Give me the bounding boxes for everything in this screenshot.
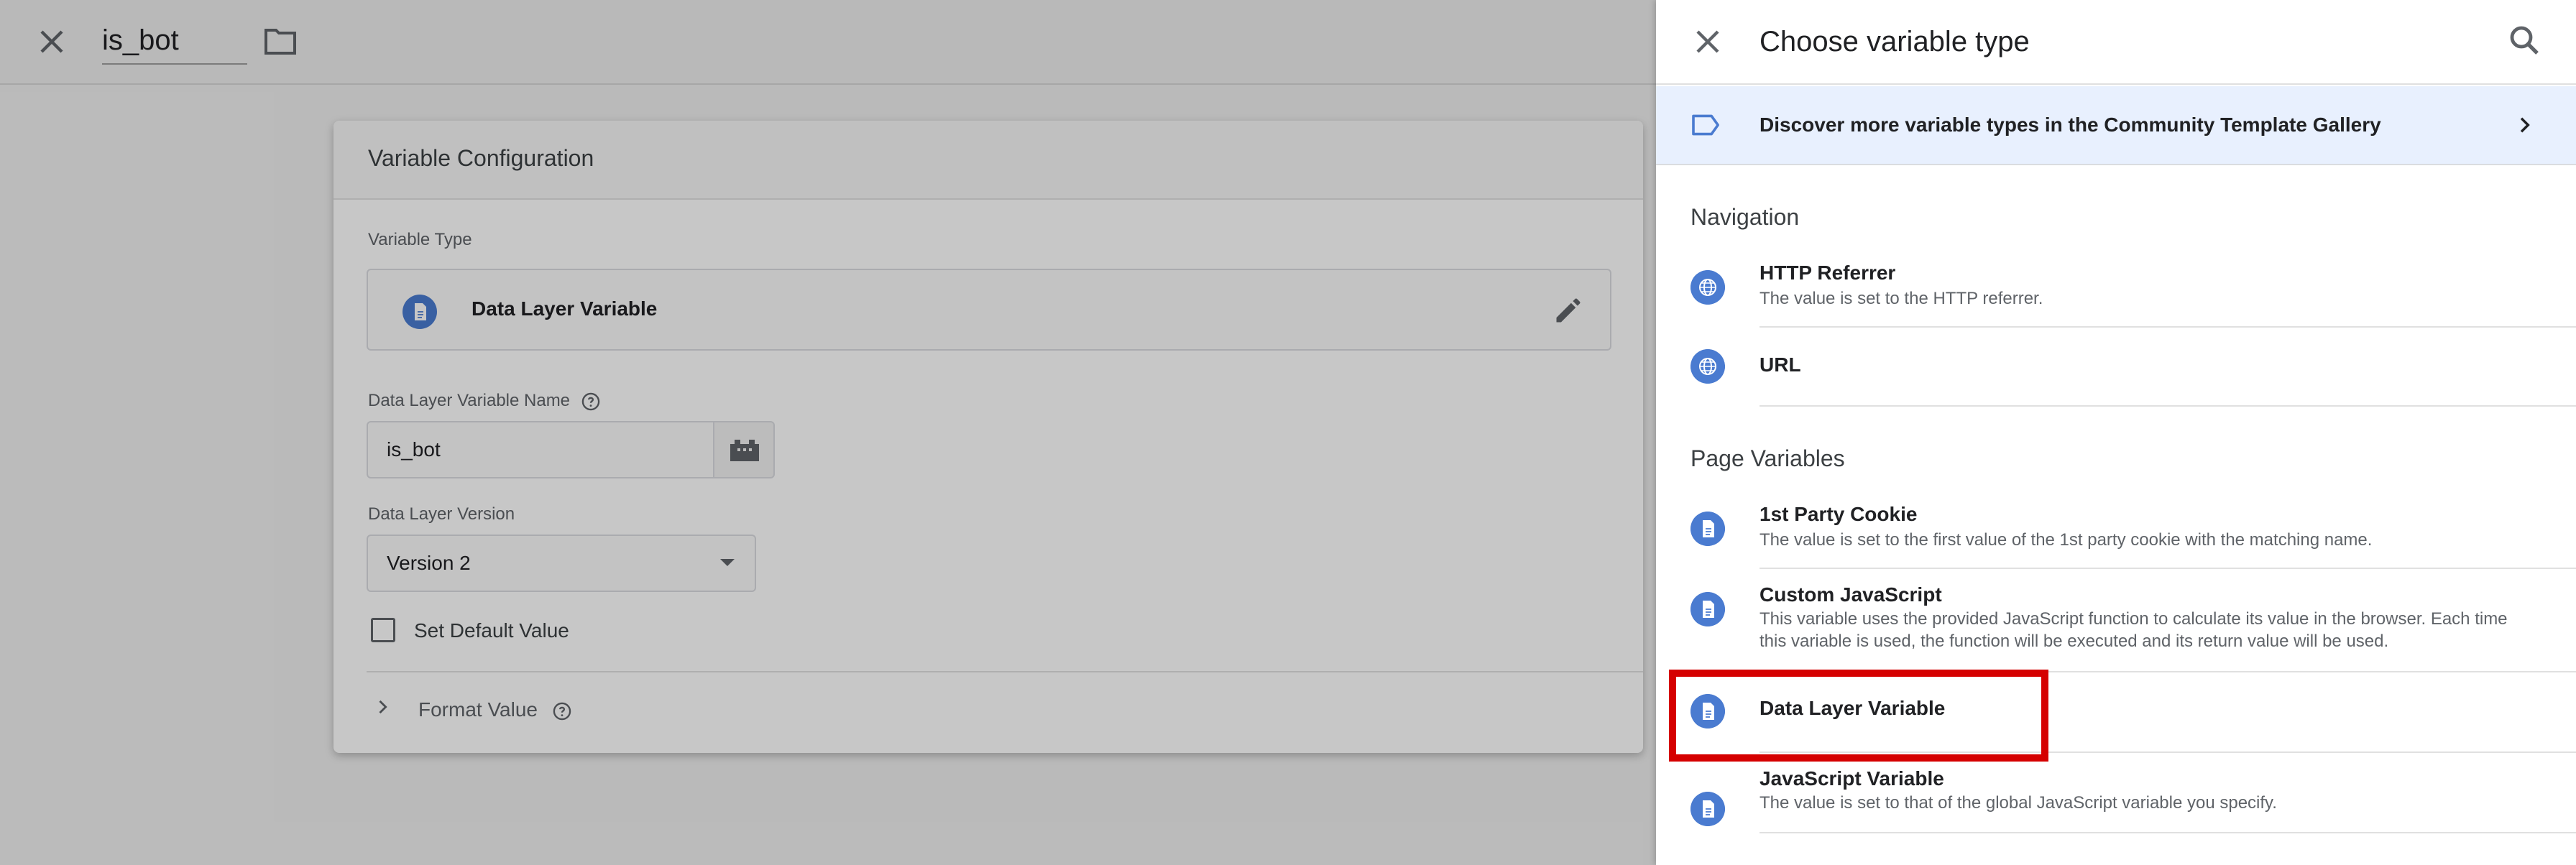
variable-type-item-custom-javascript[interactable]: Custom JavaScript This variable uses the… xyxy=(1656,578,2576,672)
panel-title: Choose variable type xyxy=(1760,26,2030,57)
divider xyxy=(1760,832,2576,833)
document-icon xyxy=(1690,512,1725,546)
variable-type-item-http-referrer[interactable]: HTTP Referrer The value is set to the HT… xyxy=(1656,256,2576,328)
variable-type-item-1st-party-cookie[interactable]: 1st Party Cookie The value is set to the… xyxy=(1656,497,2576,569)
item-title: JavaScript Variable xyxy=(1760,767,1944,790)
variable-type-item-url[interactable]: URL xyxy=(1656,329,2576,407)
item-title: HTTP Referrer xyxy=(1760,262,1896,284)
tag-icon xyxy=(1692,114,1720,136)
variable-type-item-javascript-variable[interactable]: JavaScript Variable The value is set to … xyxy=(1656,754,2576,833)
modal-overlay[interactable] xyxy=(0,0,1656,865)
community-gallery-link[interactable]: Discover more variable types in the Comm… xyxy=(1656,86,2576,165)
search-icon[interactable] xyxy=(2507,23,2542,57)
highlight-box xyxy=(1669,670,2048,762)
close-icon[interactable] xyxy=(1690,24,1725,59)
divider xyxy=(1760,568,2576,569)
divider xyxy=(1760,405,2576,407)
section-title-navigation: Navigation xyxy=(1690,204,1800,230)
item-description: The value is set to the first value of t… xyxy=(1760,530,2373,550)
globe-icon xyxy=(1690,270,1725,305)
item-description: This variable uses the provided JavaScri… xyxy=(1760,609,2508,651)
panel-header: Choose variable type xyxy=(1656,0,2576,85)
globe-icon xyxy=(1690,349,1725,384)
document-icon xyxy=(1690,592,1725,626)
item-description: The value is set to the HTTP referrer. xyxy=(1760,289,2043,308)
item-title: 1st Party Cookie xyxy=(1760,503,1918,525)
gallery-text: Discover more variable types in the Comm… xyxy=(1760,114,2381,136)
chevron-right-icon xyxy=(2520,117,2530,133)
divider xyxy=(1760,326,2576,328)
item-title: Custom JavaScript xyxy=(1760,583,1942,606)
item-title: URL xyxy=(1760,353,1801,376)
section-title-page-variables: Page Variables xyxy=(1690,445,1845,471)
document-icon xyxy=(1690,792,1725,826)
item-description: The value is set to that of the global J… xyxy=(1760,793,2277,813)
